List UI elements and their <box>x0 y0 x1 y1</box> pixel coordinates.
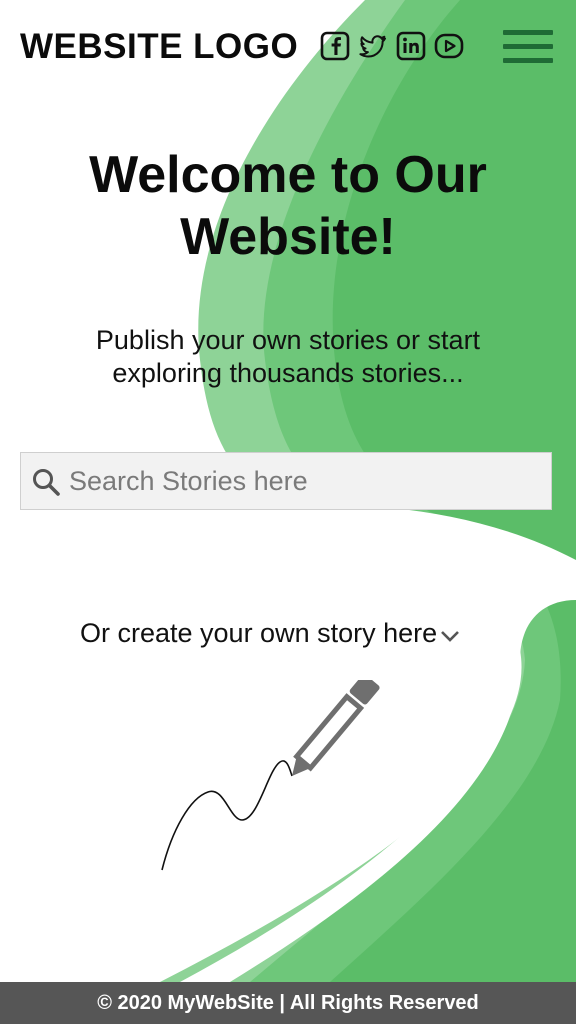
facebook-icon[interactable] <box>320 31 350 61</box>
youtube-icon[interactable] <box>434 31 464 61</box>
search-icon <box>33 469 60 496</box>
hero-title: Welcome to Our Website! <box>0 144 576 268</box>
hero-subtitle: Publish your own stories or start explor… <box>95 325 481 388</box>
site-header: WEBSITE LOGO <box>0 0 576 96</box>
search-input[interactable] <box>69 453 539 509</box>
search-bar[interactable] <box>20 452 552 510</box>
pencil-icon[interactable] <box>150 680 410 880</box>
hamburger-menu-icon[interactable] <box>503 30 553 66</box>
site-footer: © 2020 MyWebSite | All Rights Reserved <box>0 982 576 1024</box>
hero-title-line2: Website! <box>180 208 396 266</box>
twitter-icon[interactable] <box>358 31 388 61</box>
social-links <box>320 31 464 61</box>
create-story-link[interactable]: Or create your own story here <box>80 618 461 649</box>
website-logo[interactable]: WEBSITE LOGO <box>20 27 298 67</box>
menu-bar <box>503 58 553 63</box>
create-story-label: Or create your own story here <box>80 618 438 648</box>
linkedin-icon[interactable] <box>396 31 426 61</box>
hero-title-line1: Welcome to Our <box>89 146 487 204</box>
chevron-down-icon <box>441 630 460 642</box>
menu-bar <box>503 30 553 35</box>
menu-bar <box>503 44 553 49</box>
